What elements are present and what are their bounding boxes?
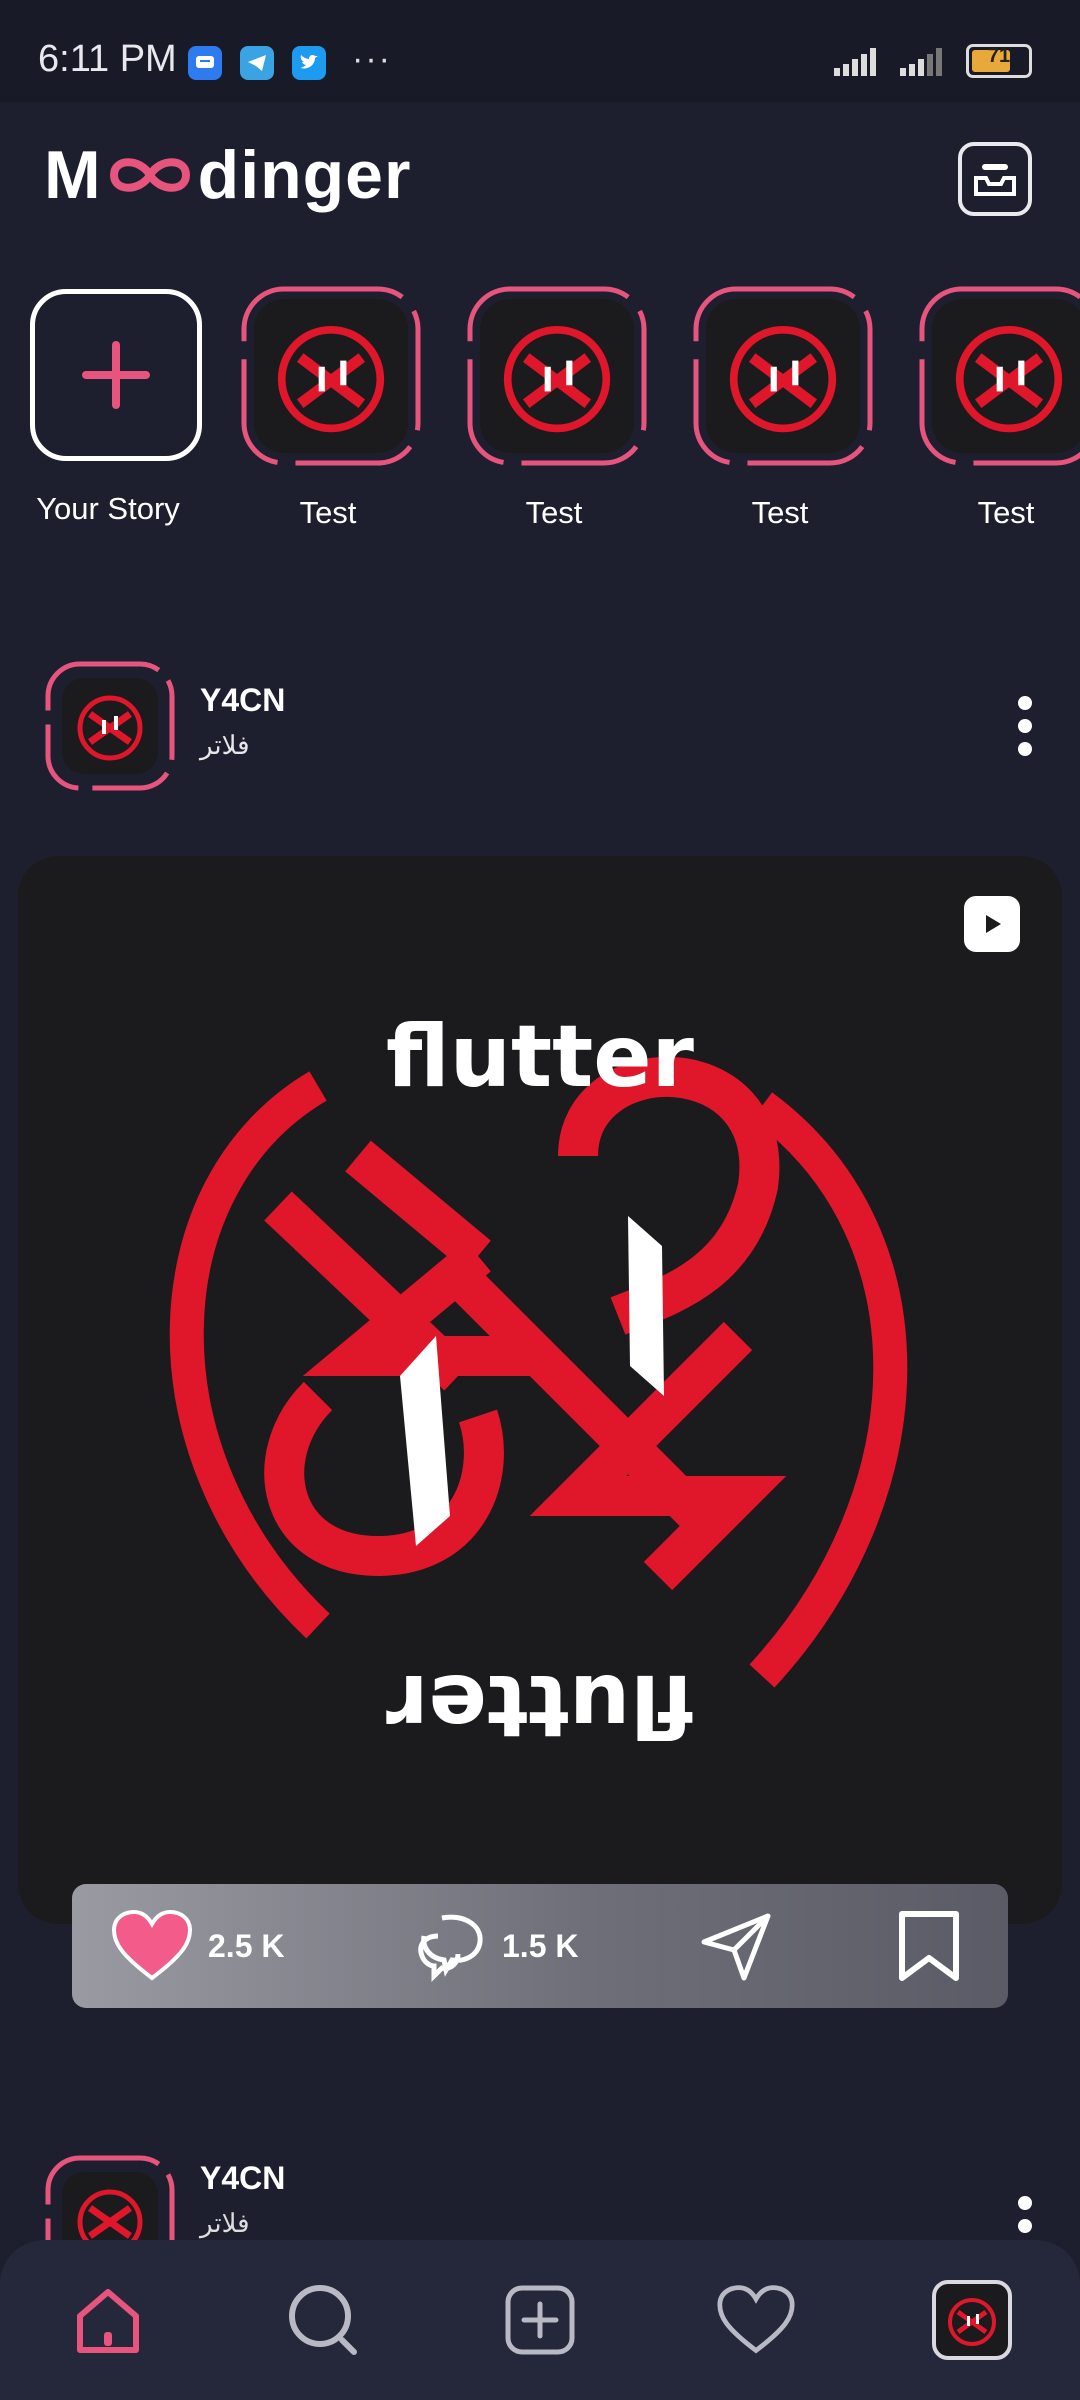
video-indicator-icon <box>964 896 1020 952</box>
battery-level: 71 <box>987 45 1011 67</box>
status-bar: 6:11 PM ··· 71 <box>0 0 1080 102</box>
heart-icon <box>111 1909 193 1981</box>
twitter-icon <box>292 46 326 80</box>
nav-activity[interactable] <box>716 2280 796 2360</box>
story-label: Test <box>299 495 357 530</box>
app-logo: M dinger <box>44 135 411 215</box>
nav-profile[interactable] <box>932 2280 1012 2360</box>
post-username[interactable]: Y4CN <box>200 682 285 719</box>
story-label: Test <box>977 495 1035 530</box>
notification-icons <box>188 46 326 80</box>
stories-row: Your Story Test Test Test Test <box>0 285 1080 545</box>
home-icon <box>77 2289 139 2353</box>
flutter-logo-image: flutter flutter <box>169 1007 908 1755</box>
bottom-navigation <box>0 2240 1080 2400</box>
logo-text-bottom: flutter <box>385 1655 694 1755</box>
brand-word: dinger <box>197 137 412 213</box>
add-post-icon <box>505 2285 575 2355</box>
post-header-2: Y4CN فلاتر <box>0 2150 1080 2285</box>
search-icon <box>289 2285 357 2355</box>
story-label: Your Story <box>36 491 180 526</box>
post-subtitle-2: فلاتر <box>200 2208 250 2238</box>
signal-icon <box>834 48 876 76</box>
inbox-icon <box>974 164 1016 196</box>
post-header: Y4CN فلاتر <box>0 660 1080 792</box>
comment-icon <box>418 1914 483 1983</box>
send-icon <box>701 1913 771 1981</box>
story-label: Test <box>751 495 809 530</box>
story-thumbnail <box>480 299 634 453</box>
story-label: Test <box>525 495 583 530</box>
bookmark-button[interactable] <box>896 1908 962 1984</box>
add-story-button[interactable] <box>30 289 202 461</box>
battery-icon: 71 <box>966 44 1032 78</box>
profile-avatar <box>948 2298 996 2346</box>
inbox-button[interactable] <box>958 142 1032 216</box>
nav-home[interactable] <box>68 2280 148 2360</box>
telegram-icon <box>240 46 274 80</box>
nav-search[interactable] <box>284 2280 364 2360</box>
story-item[interactable]: Test <box>906 285 1080 545</box>
logo-text-top: flutter <box>386 1007 695 1107</box>
post-media[interactable]: flutter flutter <box>18 856 1062 1924</box>
story-thumbnail <box>254 299 408 453</box>
post-subtitle: فلاتر <box>200 730 250 760</box>
plus-icon <box>82 341 150 409</box>
share-button[interactable] <box>698 1908 774 1984</box>
post-actions-bar: 2.5 K 1.5 K <box>72 1884 1008 2008</box>
like-action[interactable]: 2.5 K <box>110 1908 284 1984</box>
status-indicators: 71 <box>834 44 1032 78</box>
comment-action[interactable]: 1.5 K <box>412 1908 578 1984</box>
signal-icon-2 <box>900 48 942 76</box>
brand-letter: M <box>44 137 102 213</box>
status-time: 6:11 PM <box>38 38 177 80</box>
heart-icon <box>717 2285 795 2354</box>
more-options-button[interactable] <box>1010 696 1040 756</box>
story-thumbnail <box>706 299 860 453</box>
post-username-2[interactable]: Y4CN <box>200 2160 285 2197</box>
bookmark-icon <box>899 1911 959 1981</box>
messages-icon <box>188 46 222 80</box>
like-count: 2.5 K <box>208 1927 285 1964</box>
comment-count: 1.5 K <box>502 1927 579 1964</box>
post-avatar[interactable] <box>44 660 176 792</box>
avatar-ring <box>45 661 175 791</box>
story-thumbnail <box>932 299 1080 453</box>
infinity-icon <box>109 158 190 192</box>
nav-add-post[interactable] <box>500 2280 580 2360</box>
more-notifications: ··· <box>352 40 392 78</box>
